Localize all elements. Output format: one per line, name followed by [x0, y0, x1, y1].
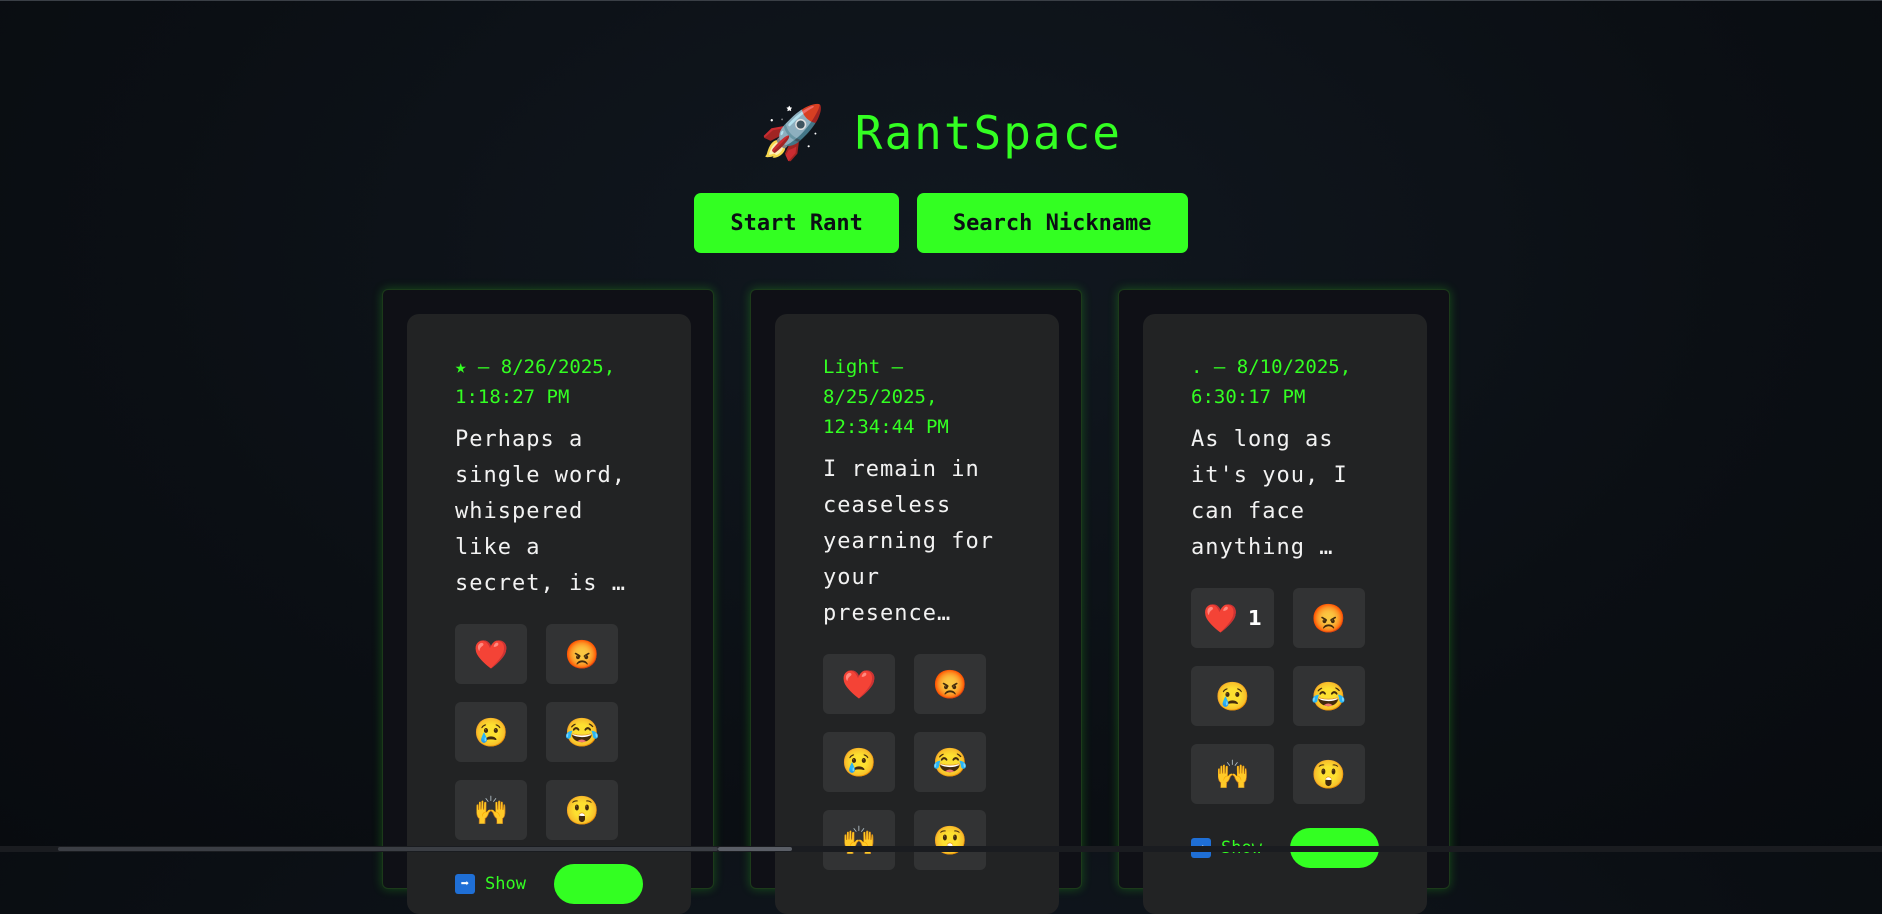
praise-reaction-button[interactable]: 🙌: [1191, 744, 1274, 804]
heart-icon: ❤️: [841, 668, 877, 700]
praise-reaction-button[interactable]: 🙌: [823, 810, 895, 870]
rant-card: . – 8/10/2025, 6:30:17 PM As long as it'…: [1143, 314, 1427, 914]
reaction-grid: ❤️ 😡 😢 😂 🙌 😲: [823, 654, 1011, 870]
rant-text: I remain in ceaseless yearning for your …: [823, 457, 994, 626]
surprised-face-icon: 😲: [1311, 758, 1347, 790]
heart-reaction-button[interactable]: ❤️: [823, 654, 895, 714]
rant-meta: ★ – 8/26/2025, 1:18:27 PM: [455, 356, 616, 408]
heart-icon: ❤️: [1203, 602, 1238, 634]
right-arrow-icon: ➡: [455, 874, 475, 894]
laughing-face-icon: 😂: [932, 746, 968, 778]
laugh-reaction-button[interactable]: 😂: [914, 732, 986, 792]
rant-column: . – 8/10/2025, 6:30:17 PM As long as it'…: [1118, 289, 1450, 914]
wow-reaction-button[interactable]: 😲: [546, 780, 618, 840]
rant-columns: ★ – 8/26/2025, 1:18:27 PM Perhaps a sing…: [382, 289, 1450, 914]
heart-reaction-button[interactable]: ❤️ 1: [1191, 588, 1274, 648]
sad-reaction-button[interactable]: 😢: [823, 732, 895, 792]
rant-meta: . – 8/10/2025, 6:30:17 PM: [1191, 356, 1352, 408]
horizontal-scrollbar-thumb[interactable]: [718, 847, 792, 851]
rant-card: Light – 8/25/2025, 12:34:44 PM I remain …: [775, 314, 1059, 914]
wow-reaction-button[interactable]: 😲: [1292, 744, 1365, 804]
laughing-face-icon: 😂: [1311, 680, 1347, 712]
start-rant-button[interactable]: Start Rant: [694, 193, 899, 253]
card-footer: ➡ Show: [455, 864, 643, 904]
angry-face-icon: 😡: [564, 638, 600, 670]
angry-reaction-button[interactable]: 😡: [1292, 588, 1365, 648]
crying-face-icon: 😢: [473, 716, 509, 748]
reply-button[interactable]: [553, 864, 643, 904]
reaction-count: 1: [1247, 606, 1262, 630]
raised-hands-icon: 🙌: [473, 794, 509, 826]
surprised-face-icon: 😲: [564, 794, 600, 826]
rant-text: Perhaps a single word, whispered like a …: [455, 427, 626, 596]
window-top-border: [0, 0, 1882, 1]
search-nickname-button[interactable]: Search Nickname: [916, 193, 1188, 253]
crying-face-icon: 😢: [841, 746, 877, 778]
rant-column: Light – 8/25/2025, 12:34:44 PM I remain …: [750, 289, 1082, 914]
heart-reaction-button[interactable]: ❤️: [455, 624, 527, 684]
sad-reaction-button[interactable]: 😢: [1191, 666, 1274, 726]
laughing-face-icon: 😂: [564, 716, 600, 748]
rant-card: ★ – 8/26/2025, 1:18:27 PM Perhaps a sing…: [407, 314, 691, 914]
angry-reaction-button[interactable]: 😡: [914, 654, 986, 714]
rant-text: As long as it's you, I can face anything…: [1191, 427, 1348, 560]
main-actions: Start Rant Search Nickname: [0, 193, 1882, 253]
app-title: RantSpace: [854, 106, 1122, 160]
rocket-icon: 🚀: [760, 103, 825, 163]
angry-face-icon: 😡: [1311, 602, 1347, 634]
sad-reaction-button[interactable]: 😢: [455, 702, 527, 762]
angry-reaction-button[interactable]: 😡: [546, 624, 618, 684]
wow-reaction-button[interactable]: 😲: [914, 810, 986, 870]
reaction-grid: ❤️ 😡 😢 😂 🙌 😲: [455, 624, 643, 840]
laugh-reaction-button[interactable]: 😂: [1292, 666, 1365, 726]
crying-face-icon: 😢: [1214, 680, 1250, 712]
show-label: Show: [485, 874, 526, 894]
heart-icon: ❤️: [473, 638, 509, 670]
praise-reaction-button[interactable]: 🙌: [455, 780, 527, 840]
app-header: 🚀 RantSpace: [0, 98, 1882, 168]
raised-hands-icon: 🙌: [1214, 758, 1250, 790]
laugh-reaction-button[interactable]: 😂: [546, 702, 618, 762]
rant-column: ★ – 8/26/2025, 1:18:27 PM Perhaps a sing…: [382, 289, 714, 914]
angry-face-icon: 😡: [932, 668, 968, 700]
horizontal-scrollbar-region: [58, 847, 718, 851]
show-toggle[interactable]: ➡ Show: [455, 874, 526, 894]
rant-meta: Light – 8/25/2025, 12:34:44 PM: [823, 356, 949, 438]
reaction-grid: ❤️ 1 😡 😢 😂 🙌 😲: [1191, 588, 1379, 804]
